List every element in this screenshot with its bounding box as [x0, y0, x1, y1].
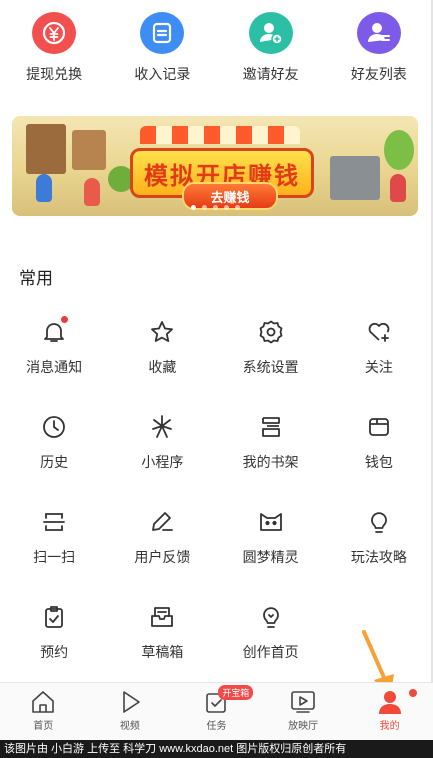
scan-icon: [40, 508, 68, 536]
friend-list-icon: [356, 12, 401, 54]
banner-pager: [12, 205, 418, 210]
grid-item-follow[interactable]: 关注: [325, 318, 433, 413]
quick-invite-label: 邀请好友: [242, 66, 299, 82]
banner-person: [36, 174, 52, 202]
grid-item-sprite[interactable]: 圆梦精灵: [217, 508, 325, 603]
grid-item-label: 系统设置: [242, 359, 299, 375]
task-badge: 开宝箱: [218, 685, 254, 700]
nav-label: 任务: [206, 721, 227, 732]
quick-invite[interactable]: 邀请好友: [217, 12, 325, 84]
gear-icon: [257, 318, 285, 346]
nav-label: 视频: [119, 721, 140, 732]
banner-building-left: [26, 124, 66, 174]
grid-item-label: 创作首页: [242, 644, 299, 660]
promo-banner[interactable]: 模拟开店赚钱 去赚钱: [12, 116, 418, 216]
clock-icon: [40, 413, 68, 441]
pager-dot[interactable]: [234, 205, 240, 210]
grid-item-bookshelf[interactable]: 我的书架: [217, 413, 325, 508]
profile-dot: [408, 689, 417, 697]
banner-building-left-2: [72, 130, 106, 170]
grid-item-label: 圆梦精灵: [242, 549, 299, 565]
grid-item-label: 我的书架: [242, 454, 299, 470]
yuan-coin-icon: [32, 12, 77, 54]
grid-item-guide[interactable]: 玩法攻略: [325, 508, 433, 603]
record-list-icon: [140, 12, 185, 54]
clipboard-check-icon: [40, 603, 68, 631]
banner-person: [390, 174, 406, 202]
pager-dot[interactable]: [212, 205, 218, 210]
cat-face-icon: [257, 508, 285, 536]
grid-item-label: 钱包: [364, 454, 393, 470]
grid-item-label: 预约: [40, 644, 69, 660]
banner-tree-right: [384, 130, 414, 170]
quick-income[interactable]: 收入记录: [108, 12, 216, 84]
grid-item-feedback[interactable]: 用户反馈: [108, 508, 216, 603]
quick-income-label: 收入记录: [134, 66, 191, 82]
grid-item-scan[interactable]: 扫一扫: [0, 508, 108, 603]
invite-friend-icon: [248, 12, 293, 54]
nav-video[interactable]: 视频: [87, 683, 174, 741]
grid-item-label: 关注: [364, 359, 393, 375]
creator-bulb-icon: [257, 603, 285, 631]
quick-friends[interactable]: 好友列表: [325, 12, 433, 84]
banner-awning: [140, 126, 300, 144]
section-title: 常用: [19, 269, 53, 288]
grid-item-label: 消息通知: [26, 359, 83, 375]
grid-item-label: 扫一扫: [33, 549, 76, 565]
banner-cart: [330, 156, 380, 200]
nav-profile[interactable]: 我的: [346, 683, 433, 741]
nav-tasks[interactable]: 开宝箱 任务: [173, 683, 260, 741]
pager-dot[interactable]: [223, 205, 229, 210]
grid-item-wallet[interactable]: 钱包: [325, 413, 433, 508]
bottom-nav: 首页 视频 开宝箱 任务 放映厅 我的: [0, 682, 433, 741]
quick-friends-label: 好友列表: [350, 66, 407, 82]
grid-item-label: 用户反馈: [134, 549, 191, 565]
nav-label: 我的: [379, 721, 400, 732]
nav-home[interactable]: 首页: [0, 683, 87, 741]
grid-item-settings[interactable]: 系统设置: [217, 318, 325, 413]
banner-person: [84, 178, 100, 206]
cinema-icon: [291, 691, 315, 713]
home-icon: [32, 691, 55, 713]
pager-dot[interactable]: [190, 205, 196, 210]
nav-cinema[interactable]: 放映厅: [260, 683, 347, 741]
nav-label: 首页: [33, 721, 54, 732]
quick-withdraw-label: 提现兑换: [26, 66, 83, 82]
quick-actions: 提现兑换 收入记录 邀请好友 好友列表: [0, 12, 433, 84]
nav-label: 放映厅: [288, 721, 319, 732]
play-icon: [123, 691, 140, 713]
grid-item-mini-program[interactable]: 小程序: [108, 413, 216, 508]
grid-item-label: 小程序: [141, 454, 184, 470]
wallet-icon: [365, 413, 393, 441]
star-icon: [148, 318, 176, 346]
grid-item-label: 历史: [40, 454, 69, 470]
pager-dot[interactable]: [201, 205, 207, 210]
drafts-box-icon: [148, 603, 176, 631]
grid-item-label: 草稿箱: [141, 644, 184, 660]
bell-icon: [40, 316, 69, 346]
feedback-pen-icon: [148, 508, 176, 536]
grid-item-history[interactable]: 历史: [0, 413, 108, 508]
mini-program-icon: [148, 413, 176, 441]
bookshelf-icon: [257, 413, 285, 441]
quick-withdraw[interactable]: 提现兑换: [0, 12, 108, 84]
grid-item-favorites[interactable]: 收藏: [108, 318, 216, 413]
watermark-footer: 该图片由 小白游 上传至 科学刀 www.kxdao.net 图片版权归原创者所…: [0, 740, 433, 758]
profile-icon: [378, 691, 401, 714]
heart-plus-icon: [365, 318, 393, 346]
grid-item-label: 收藏: [148, 359, 177, 375]
grid-item-notifications[interactable]: 消息通知: [0, 316, 108, 413]
lightbulb-icon: [365, 508, 393, 536]
grid-item-label: 玩法攻略: [350, 549, 407, 565]
